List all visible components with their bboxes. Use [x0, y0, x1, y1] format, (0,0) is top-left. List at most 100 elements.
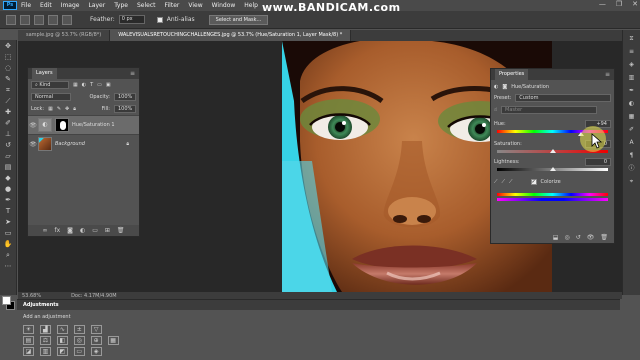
- healing-brush-tool-icon[interactable]: ✚: [2, 108, 15, 117]
- delete-adjustment-icon[interactable]: 🗑︎: [600, 234, 608, 241]
- selective-color-icon[interactable]: ◈: [90, 347, 102, 356]
- history-icon[interactable]: ⧖: [627, 35, 637, 43]
- layer-row-hue-saturation[interactable]: 👁︎ ◐ Hue/Saturation 1: [28, 115, 139, 134]
- targeted-adjust-icon[interactable]: ☝: [494, 107, 497, 113]
- crop-tool-icon[interactable]: ⌗: [2, 86, 15, 95]
- kind-filter-select[interactable]: ⌕ Kind: [31, 81, 69, 89]
- channels-icon[interactable]: ▥: [627, 74, 637, 82]
- mask-icon[interactable]: ◙: [67, 227, 73, 234]
- zoom-level[interactable]: 53.68%: [22, 293, 41, 299]
- panel-menu-icon[interactable]: ≡: [605, 71, 610, 78]
- brush-tool-icon[interactable]: ✐: [2, 119, 15, 128]
- eyedropper-icon[interactable]: ⟋: [494, 179, 498, 185]
- select-and-mask-button[interactable]: Select and Mask...: [208, 14, 269, 25]
- channel-mixer-icon[interactable]: ⊕: [90, 336, 102, 345]
- menu-filter[interactable]: Filter: [165, 2, 180, 9]
- channel-select[interactable]: Master: [501, 106, 598, 114]
- visibility-eye-icon[interactable]: 👁︎: [28, 141, 38, 148]
- invert-icon[interactable]: ◪: [23, 347, 34, 356]
- restore-icon[interactable]: ❐: [616, 0, 622, 8]
- info-icon[interactable]: ⓘ: [627, 165, 637, 173]
- lock-pixels-icon[interactable]: ▦: [48, 106, 53, 112]
- menu-window[interactable]: Window: [212, 2, 236, 9]
- tab-properties[interactable]: Properties: [495, 69, 529, 80]
- color-lookup-icon[interactable]: ▦: [107, 336, 119, 345]
- lasso-tool-icon[interactable]: ◌: [2, 64, 15, 73]
- clone-stamp-tool-icon[interactable]: ⊥: [2, 130, 15, 139]
- blur-tool-icon[interactable]: ◆: [2, 174, 15, 183]
- mask-toggle-icon[interactable]: ◙: [502, 84, 507, 90]
- layer-row-background[interactable]: 👁︎ Background 🔒︎: [28, 134, 139, 153]
- menu-edit[interactable]: Edit: [40, 2, 52, 9]
- eyedropper-minus-icon[interactable]: ⟋: [509, 179, 513, 185]
- menu-layer[interactable]: Layer: [88, 2, 105, 9]
- menu-file[interactable]: File: [21, 2, 31, 9]
- lock-position-icon[interactable]: ✥: [65, 106, 69, 112]
- link-icon[interactable]: ∞: [42, 227, 47, 234]
- brushes-icon[interactable]: ✐: [627, 126, 637, 134]
- exposure-icon[interactable]: ±: [73, 325, 85, 334]
- adjustment-icon[interactable]: ◐: [80, 227, 85, 234]
- tab-layers[interactable]: Layers: [32, 68, 57, 79]
- preset-select[interactable]: Custom: [515, 94, 611, 102]
- tab-adjustments[interactable]: Adjustments: [23, 302, 59, 308]
- new-layer-icon[interactable]: ⊞: [105, 227, 110, 234]
- menu-image[interactable]: Image: [61, 2, 80, 9]
- intersect-selection-icon[interactable]: [62, 14, 72, 25]
- threshold-icon[interactable]: ◩: [56, 347, 68, 356]
- antialias-checkbox[interactable]: [156, 16, 163, 23]
- lightness-input[interactable]: 0: [585, 158, 611, 166]
- opacity-input[interactable]: 100%: [114, 93, 136, 101]
- paragraph-icon[interactable]: ¶: [627, 152, 637, 160]
- tab-sample[interactable]: sample.jpg @ 53.7% (RGB/8*): [18, 30, 111, 41]
- eyedropper-tool-icon[interactable]: ⟋: [2, 97, 15, 106]
- adjust-filter-icon[interactable]: ◐: [82, 82, 86, 88]
- menu-help[interactable]: Help: [244, 2, 258, 9]
- vibrance-icon[interactable]: ▽: [90, 325, 102, 334]
- layers-icon[interactable]: ◈: [627, 61, 637, 69]
- smart-filter-icon[interactable]: ▣: [106, 82, 111, 88]
- tab-walevisuals[interactable]: WALEVISUALSRETOUCHINGCHALLENGES.jpg @ 53…: [110, 30, 352, 41]
- properties-icon[interactable]: ≡: [627, 48, 637, 56]
- subtract-selection-icon[interactable]: [48, 14, 58, 25]
- add-selection-icon[interactable]: [34, 14, 44, 25]
- character-icon[interactable]: A: [627, 139, 637, 147]
- history-brush-tool-icon[interactable]: ↺: [2, 141, 15, 150]
- lock-paint-icon[interactable]: ✎: [57, 106, 61, 112]
- posterize-icon[interactable]: ▥: [39, 347, 51, 356]
- pen-tool-icon[interactable]: ✒: [2, 196, 15, 205]
- eyedropper-plus-icon[interactable]: ⟋: [502, 179, 506, 185]
- pixel-filter-icon[interactable]: ▦: [73, 82, 78, 88]
- fx-icon[interactable]: fx: [54, 227, 60, 234]
- blend-mode-select[interactable]: Normal: [31, 93, 71, 101]
- marquee-tool-icon[interactable]: ⬚: [2, 53, 15, 62]
- menu-view[interactable]: View: [188, 2, 202, 9]
- lasso-tool-preset-icon[interactable]: [6, 14, 16, 25]
- swatches-icon[interactable]: ▦: [627, 113, 637, 121]
- more-tools-icon[interactable]: ⋯: [2, 262, 15, 271]
- close-icon[interactable]: ✕: [632, 0, 638, 8]
- color-balance-icon[interactable]: ⚖: [39, 336, 51, 345]
- levels-icon[interactable]: ▟: [39, 325, 51, 334]
- colorize-checkbox[interactable]: ✓: [530, 179, 537, 185]
- type-tool-icon[interactable]: T: [2, 207, 15, 216]
- quick-select-tool-icon[interactable]: ✎: [2, 75, 15, 84]
- color-swatches[interactable]: [2, 296, 16, 320]
- feather-input[interactable]: 0 px: [118, 15, 145, 24]
- minimize-icon[interactable]: —: [599, 0, 606, 8]
- lightness-slider-knob[interactable]: [549, 167, 556, 171]
- paths-icon[interactable]: ✒: [627, 87, 637, 95]
- panel-menu-icon[interactable]: ≡: [130, 70, 135, 77]
- trash-icon[interactable]: 🗑︎: [117, 227, 125, 234]
- new-selection-icon[interactable]: [20, 14, 30, 25]
- brightness-contrast-icon[interactable]: ☀: [23, 325, 34, 334]
- adjustments-icon[interactable]: ◐: [627, 100, 637, 108]
- hand-tool-icon[interactable]: ✋: [2, 240, 15, 249]
- gradient-tool-icon[interactable]: ▤: [2, 163, 15, 172]
- visibility-eye-icon[interactable]: 👁︎: [28, 122, 38, 129]
- navigator-icon[interactable]: ⌖: [627, 178, 637, 186]
- fill-input[interactable]: 100%: [114, 105, 136, 113]
- path-select-tool-icon[interactable]: ➤: [2, 218, 15, 227]
- toggle-visibility-icon[interactable]: 👁︎: [587, 234, 595, 241]
- saturation-slider-knob[interactable]: [549, 149, 556, 153]
